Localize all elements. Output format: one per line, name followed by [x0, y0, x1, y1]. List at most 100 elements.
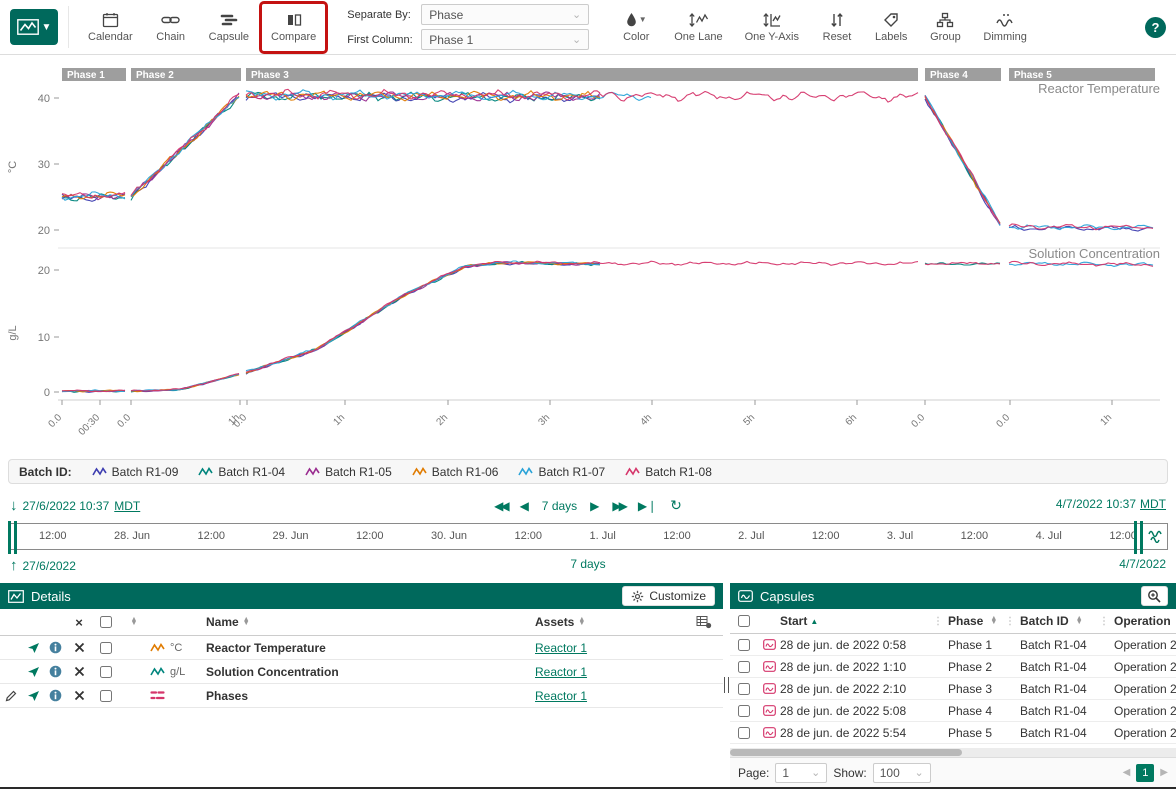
trend-line[interactable]	[131, 374, 239, 391]
operation-column-header[interactable]: Operation ▲▼ ⋮	[1114, 614, 1176, 628]
sort-icon[interactable]: ▲▼	[124, 618, 144, 627]
timezone-link[interactable]: MDT	[114, 499, 140, 513]
group-button[interactable]: Group	[920, 4, 970, 51]
timezone-link[interactable]: MDT	[1140, 497, 1166, 511]
batch-id-column-header[interactable]: Batch ID ▲▼ ⋮	[1020, 614, 1114, 628]
phase-header-label: Phase 5	[1014, 70, 1052, 81]
current-page-button[interactable]: 1	[1136, 764, 1154, 782]
help-button[interactable]: ?	[1145, 17, 1166, 38]
phase-column-header[interactable]: Phase ▲▼ ⋮	[948, 614, 1020, 628]
pan-right-double-icon[interactable]: ▶▶	[612, 499, 624, 513]
capsule-button[interactable]: Capsule	[200, 4, 258, 51]
row-checkbox[interactable]	[738, 639, 750, 651]
info-icon[interactable]	[44, 665, 66, 678]
one-y-axis-button-label: One Y-Axis	[745, 31, 799, 43]
color-button[interactable]: ▼ Color	[611, 4, 661, 51]
remove-icon[interactable]	[66, 690, 92, 701]
send-to-organizer-icon[interactable]	[22, 642, 44, 654]
row-checkbox[interactable]	[100, 642, 112, 654]
scrubber-start-handle[interactable]	[14, 521, 17, 554]
column-settings-icon[interactable]	[685, 615, 723, 629]
chain-button[interactable]: Chain	[146, 4, 196, 51]
page-select[interactable]: 1 ⌄	[775, 763, 827, 783]
remove-icon[interactable]	[66, 666, 92, 677]
next-page-icon[interactable]: ▶	[1160, 767, 1168, 778]
pan-right-icon[interactable]: ▶	[590, 499, 599, 513]
pencil-icon[interactable]	[0, 690, 22, 702]
panel-splitter[interactable]	[723, 583, 730, 787]
view-selector-button[interactable]: ▼	[10, 9, 58, 45]
calendar-icon	[102, 11, 119, 28]
column-menu-icon[interactable]: ⋮	[1005, 616, 1015, 627]
compare-button[interactable]: Compare	[262, 4, 325, 51]
go-to-now-icon[interactable]: ▶❘	[638, 499, 657, 513]
asset-link[interactable]: Reactor 1	[535, 665, 587, 679]
investigate-range-bar: ↑ 27/6/2022 7 days 4/7/2022	[10, 557, 1166, 577]
row-checkbox[interactable]	[100, 666, 112, 678]
trend-line[interactable]	[246, 262, 600, 374]
one-lane-button[interactable]: One Lane	[665, 4, 731, 51]
page-label: Page:	[738, 766, 769, 780]
info-icon[interactable]	[44, 641, 66, 654]
customize-button[interactable]: Customize	[622, 586, 715, 606]
separate-by-select[interactable]: Phase ⌄	[421, 4, 589, 25]
pan-left-icon[interactable]: ◀	[520, 499, 529, 513]
remove-icon[interactable]	[66, 642, 92, 653]
row-checkbox[interactable]	[100, 690, 112, 702]
row-checkbox[interactable]	[738, 683, 750, 695]
info-icon[interactable]	[44, 689, 66, 702]
zoom-to-capsule-button[interactable]	[1141, 586, 1168, 606]
table-row: 28 de jun. de 2022 5:54 Phase 5 Batch R1…	[730, 722, 1176, 744]
refresh-icon[interactable]: ↻	[670, 497, 682, 514]
assets-column-header[interactable]: Assets ▲▼	[535, 615, 685, 629]
start-column-header[interactable]: Start ▲ ⋮	[780, 614, 948, 628]
first-column-select[interactable]: Phase 1 ⌄	[421, 29, 589, 50]
horizontal-scrollbar[interactable]	[730, 748, 1176, 757]
one-y-axis-icon	[762, 11, 782, 28]
splitter-handle-icon[interactable]	[724, 677, 729, 693]
duration-label[interactable]: 7 days	[542, 499, 577, 513]
trend-chart[interactable]: Phase 1Phase 2Phase 3Phase 4Phase 5React…	[0, 55, 1176, 459]
scrollbar-thumb[interactable]	[730, 749, 962, 756]
labels-button[interactable]: Labels	[866, 4, 916, 51]
pan-left-double-icon[interactable]: ◀◀	[494, 499, 506, 513]
compare-button-label: Compare	[271, 31, 316, 43]
phase-header	[246, 68, 918, 81]
send-to-organizer-icon[interactable]	[22, 690, 44, 702]
help-icon: ?	[1152, 20, 1160, 35]
condition-bars-icon	[144, 690, 170, 701]
timeline-scrubber[interactable]: 12:00 28. Jun 12:00 29. Jun 12:00 30. Ju…	[8, 523, 1168, 550]
row-checkbox[interactable]	[738, 661, 750, 673]
column-menu-icon[interactable]: ⋮	[933, 616, 943, 627]
x-axis-label: 4h	[638, 412, 654, 428]
prev-page-icon[interactable]: ◀	[1123, 767, 1131, 778]
select-all-checkbox[interactable]	[738, 615, 750, 627]
show-select[interactable]: 100 ⌄	[873, 763, 931, 783]
x-axis-label: 0.0	[910, 412, 928, 430]
row-checkbox[interactable]	[738, 727, 750, 739]
trend-chart-svg[interactable]: Phase 1Phase 2Phase 3Phase 4Phase 5React…	[0, 55, 1176, 459]
asset-link[interactable]: Reactor 1	[535, 689, 587, 703]
trend-view-icon	[17, 19, 39, 35]
trend-line[interactable]	[600, 261, 918, 265]
capsule-time-toggle-icon[interactable]	[1148, 529, 1164, 543]
table-row: 28 de jun. de 2022 5:08 Phase 4 Batch R1…	[730, 700, 1176, 722]
scrubber-start-handle[interactable]	[8, 521, 11, 554]
calendar-button[interactable]: Calendar	[79, 4, 142, 51]
asset-link[interactable]: Reactor 1	[535, 641, 587, 655]
trend-line[interactable]	[246, 261, 600, 371]
reset-button[interactable]: Reset	[812, 4, 862, 51]
scrubber-end-handle[interactable]	[1140, 521, 1143, 554]
one-y-axis-button[interactable]: One Y-Axis	[736, 4, 808, 51]
legend-item-label: Batch R1-04	[218, 465, 285, 479]
column-menu-icon[interactable]: ⋮	[1099, 616, 1109, 627]
select-all-checkbox[interactable]	[100, 616, 112, 628]
trend-line[interactable]	[246, 261, 600, 372]
lane-label: Solution Concentration	[1028, 246, 1160, 261]
name-column-header[interactable]: Name ▲▼	[206, 615, 535, 629]
dimming-button[interactable]: Dimming	[974, 4, 1035, 51]
send-to-organizer-icon[interactable]	[22, 666, 44, 678]
row-checkbox[interactable]	[738, 705, 750, 717]
scrubber-end-handle[interactable]	[1134, 521, 1137, 554]
chevron-down-icon: ⌄	[915, 766, 924, 779]
